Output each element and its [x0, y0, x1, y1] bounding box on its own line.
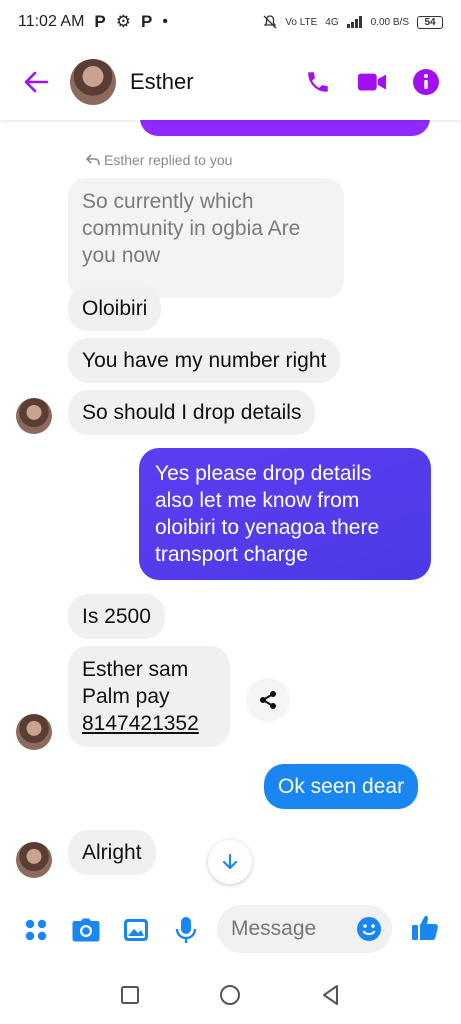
composer-bar: Message: [0, 895, 461, 965]
voice-message-button[interactable]: [170, 914, 202, 946]
status-bar: 11:02 AM P ⚙ P • Vo LTE 4G 0.00 B/S 54: [0, 0, 461, 44]
camera-button[interactable]: [70, 914, 102, 946]
contact-avatar[interactable]: [70, 59, 116, 105]
arrow-down-icon: [222, 853, 238, 870]
chat-header: Esther: [0, 44, 461, 120]
phone-icon: [308, 72, 328, 92]
reply-label: Esther replied to you: [104, 152, 233, 168]
message-bubble-incoming[interactable]: You have my number right: [68, 338, 341, 383]
voice-call-button[interactable]: [303, 67, 333, 97]
back-arrow-icon: [24, 71, 49, 93]
status-time: 11:02 AM: [18, 13, 85, 30]
message-bubble-incoming[interactable]: Esther sam Palm pay 8147421352: [68, 646, 230, 747]
message-bubble-incoming[interactable]: So should I drop details: [68, 390, 316, 435]
sender-avatar[interactable]: [16, 398, 52, 434]
circle-icon[interactable]: [219, 984, 241, 1006]
contact-name[interactable]: Esther: [130, 69, 194, 95]
sender-avatar[interactable]: [16, 714, 52, 750]
message-line: Esther sam: [82, 658, 189, 681]
mute-icon: [263, 15, 277, 29]
sender-avatar[interactable]: [16, 842, 52, 878]
message-placeholder: Message: [231, 917, 317, 940]
message-input[interactable]: Message: [217, 905, 392, 953]
scroll-to-bottom-button[interactable]: [208, 840, 252, 884]
share-button[interactable]: [246, 678, 290, 722]
message-list[interactable]: Esther replied to you So currently which…: [0, 120, 461, 895]
triangle-back-icon[interactable]: [321, 984, 341, 1006]
conversation-info-button[interactable]: [411, 67, 441, 97]
quoted-message[interactable]: So currently which community in ogbia Ar…: [68, 178, 344, 298]
message-bubble-incoming[interactable]: Oloibiri: [68, 286, 162, 331]
message-bubble-outgoing[interactable]: Ok seen dear: [264, 764, 419, 809]
apps-button[interactable]: [20, 914, 52, 946]
message-line: Palm pay: [82, 685, 170, 708]
video-call-button[interactable]: [357, 67, 387, 97]
image-icon: [124, 919, 148, 941]
camera-icon: [72, 918, 100, 942]
notification-icon: P: [94, 12, 106, 31]
apps-icon: [25, 919, 47, 941]
square-icon[interactable]: [120, 985, 140, 1005]
like-icon[interactable]: [410, 913, 440, 943]
reply-icon: [86, 154, 100, 166]
message-bubble-incoming[interactable]: Is 2500: [68, 594, 165, 639]
notification-icon: P: [141, 12, 153, 31]
data-rate: 0.00 B/S: [370, 16, 409, 28]
gallery-button[interactable]: [120, 914, 152, 946]
back-button[interactable]: [18, 64, 54, 100]
mic-icon: [175, 917, 197, 943]
emoji-icon[interactable]: [356, 916, 382, 942]
system-nav-bar: [0, 965, 461, 1024]
message-bubble-incoming[interactable]: Alright: [68, 830, 156, 875]
volte-label: Vo LTE: [285, 16, 318, 28]
battery-icon: 54: [417, 15, 443, 29]
signal-icon: [346, 16, 362, 28]
info-icon: [413, 69, 439, 95]
network-type: 4G: [325, 16, 339, 28]
settings-notification-icon: ⚙: [115, 12, 132, 31]
video-icon: [357, 73, 387, 91]
message-bubble-outgoing[interactable]: [140, 120, 430, 136]
message-bubble-outgoing[interactable]: Yes please drop details also let me know…: [139, 448, 431, 580]
reply-indicator: Esther replied to you: [86, 152, 232, 168]
more-notifications-icon: •: [162, 13, 168, 30]
share-icon: [260, 691, 276, 709]
phone-number-link[interactable]: 8147421352: [82, 710, 216, 737]
